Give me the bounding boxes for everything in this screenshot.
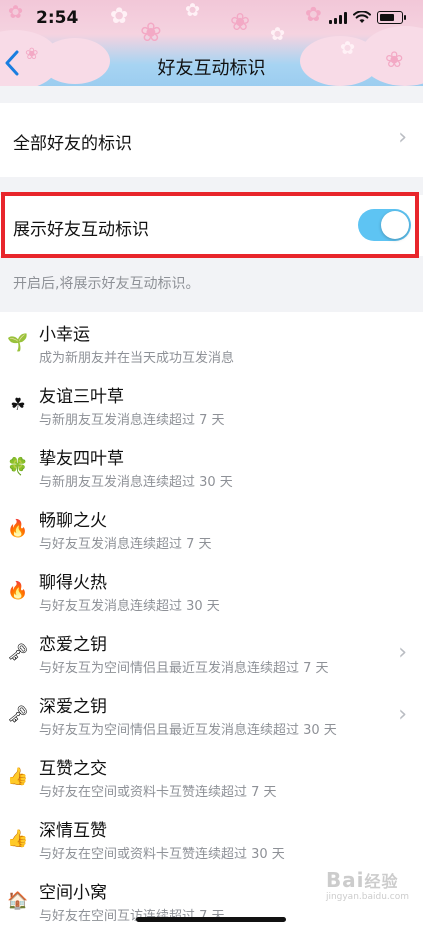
- signal-icon: [329, 11, 347, 24]
- status-time: 2:54: [36, 8, 79, 28]
- chevron-right-icon: ›: [398, 702, 407, 727]
- badge-description: 与好友互为空间情侣且最近互发消息连续超过 7 天: [39, 661, 329, 676]
- badge-description: 与新朋友互发消息连续超过 7 天: [39, 413, 225, 428]
- badge-list-item: 🔥 聊得火热与好友互发消息连续超过 30 天: [0, 560, 423, 622]
- badge-name: 深情互赞: [39, 821, 107, 841]
- small-flame-icon: 🔥: [7, 518, 29, 539]
- home-indicator: [136, 917, 286, 922]
- badge-name: 挚友四叶草: [39, 449, 124, 469]
- baidu-watermark: Bai经验 jingyan.baidu.com: [325, 868, 409, 902]
- badge-list-item: ☘ 友谊三叶草与新朋友互发消息连续超过 7 天: [0, 374, 423, 436]
- badge-list-item[interactable]: 🗝 深爱之钥与好友互为空间情侣且最近互发消息连续超过 30 天 ›: [0, 684, 423, 746]
- badge-name: 互赞之交: [39, 759, 107, 779]
- chevron-right-icon: ›: [398, 640, 407, 665]
- badge-name: 友谊三叶草: [39, 387, 124, 407]
- thumbs-up-heart-icon: 👍: [7, 828, 29, 849]
- header-bar: ✿ ✿ ❀ ✿ ❀ ✿ ✿ ❀ ❀ ✿ 2:54 好友互动标识: [0, 0, 423, 86]
- love-key-icon: 🗝: [7, 642, 29, 663]
- badge-description: 成为新朋友并在当天成功互发消息: [39, 351, 235, 366]
- hint-text: 开启后,将展示好友互动标识。: [13, 276, 200, 292]
- badge-description: 与好友互为空间情侣且最近互发消息连续超过 30 天: [39, 723, 337, 738]
- page-title: 好友互动标识: [157, 58, 266, 79]
- badge-description: 与新朋友互发消息连续超过 30 天: [39, 475, 233, 490]
- badge-name: 恋爱之钥: [39, 635, 107, 655]
- badge-list-item: 👍 深情互赞与好友在空间或资料卡互赞连续超过 30 天: [0, 808, 423, 870]
- three-leaf-clover-icon: ☘: [10, 394, 26, 415]
- badge-name: 畅聊之火: [39, 511, 107, 531]
- thumbs-up-icon: 👍: [7, 766, 29, 787]
- status-icons: [329, 11, 406, 24]
- badge-description: 与好友在空间或资料卡互赞连续超过 30 天: [39, 847, 285, 862]
- badge-description: 与好友互发消息连续超过 7 天: [39, 537, 212, 552]
- show-badges-row: 展示好友互动标识: [0, 195, 423, 256]
- all-friends-badges-label: 全部好友的标识: [13, 134, 132, 154]
- four-leaf-clover-icon: 🍀: [7, 456, 29, 477]
- wifi-icon: [353, 11, 371, 23]
- badge-description: 与好友在空间或资料卡互赞连续超过 7 天: [39, 785, 277, 800]
- battery-icon: [377, 11, 406, 24]
- badge-list-item: 👍 互赞之交与好友在空间或资料卡互赞连续超过 7 天: [0, 746, 423, 808]
- badge-description: 与好友互发消息连续超过 30 天: [39, 599, 220, 614]
- sprout-icon: 🌱: [7, 332, 29, 353]
- all-friends-badges-row[interactable]: 全部好友的标识 ›: [0, 103, 423, 177]
- badge-name: 聊得火热: [39, 573, 107, 593]
- badge-list-item: 🔥 畅聊之火与好友互发消息连续超过 7 天: [0, 498, 423, 560]
- badge-name: 深爱之钥: [39, 697, 107, 717]
- badge-list-item[interactable]: 🗝 恋爱之钥与好友互为空间情侣且最近互发消息连续超过 7 天 ›: [0, 622, 423, 684]
- home-icon: 🏠: [7, 890, 29, 911]
- big-flame-icon: 🔥: [7, 580, 29, 601]
- badge-name: 小幸运: [39, 325, 90, 345]
- chevron-right-icon: ›: [398, 125, 407, 150]
- show-badges-toggle[interactable]: [358, 209, 411, 241]
- badge-name: 空间小窝: [39, 883, 107, 903]
- show-badges-label: 展示好友互动标识: [13, 220, 149, 240]
- toggle-knob: [381, 211, 409, 239]
- badge-list: 🌱 小幸运成为新朋友并在当天成功互发消息 ☘ 友谊三叶草与新朋友互发消息连续超过 7 …: [0, 312, 423, 925]
- badge-list-item: 🌱 小幸运成为新朋友并在当天成功互发消息: [0, 312, 423, 374]
- winged-key-icon: 🗝: [7, 704, 29, 725]
- badge-list-item: 🍀 挚友四叶草与新朋友互发消息连续超过 30 天: [0, 436, 423, 498]
